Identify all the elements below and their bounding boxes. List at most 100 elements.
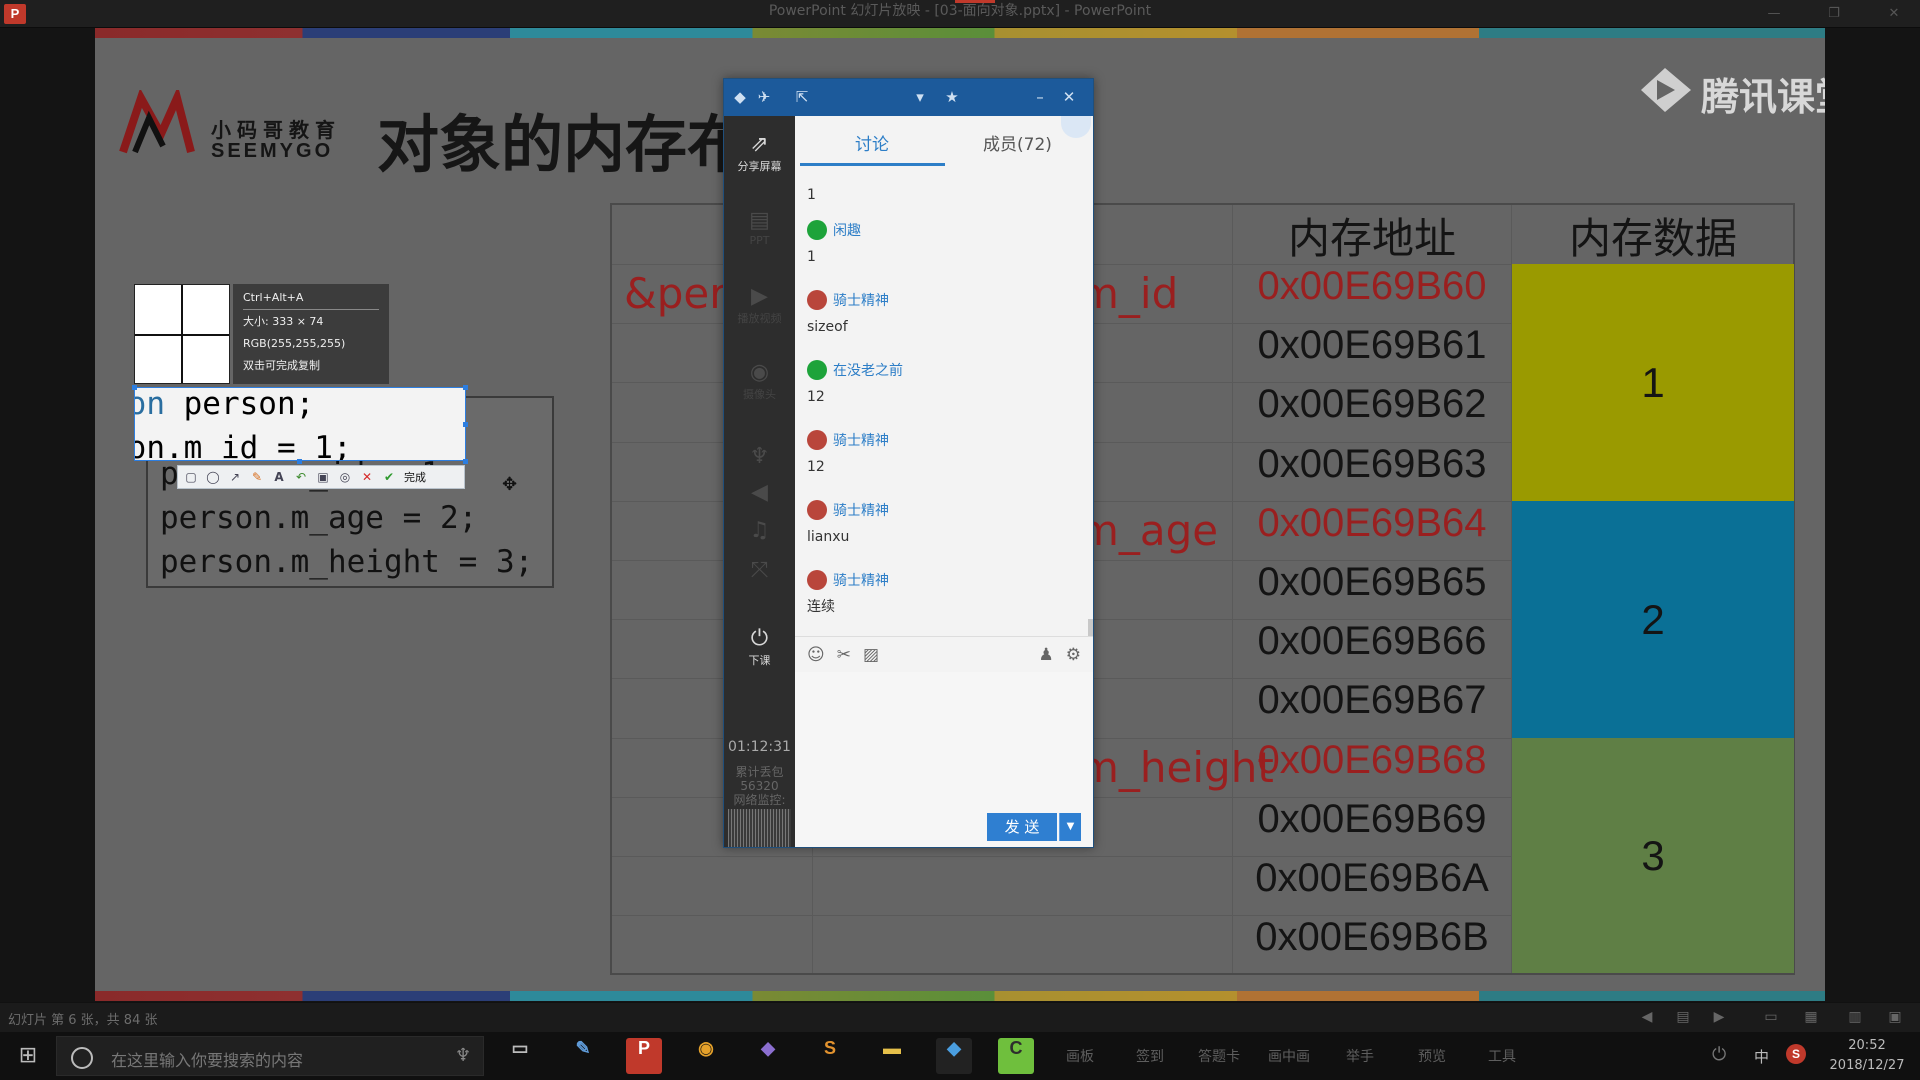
undo-icon[interactable]: ↶ — [292, 468, 310, 486]
list-item: 骑士精神 lianxu — [807, 498, 1077, 552]
image-icon[interactable]: ▨ — [863, 645, 879, 665]
selection-handle[interactable] — [132, 385, 137, 390]
minimize-button[interactable]: — — [1756, 2, 1792, 26]
raise-hand-button[interactable]: 举手 — [1346, 1046, 1374, 1066]
tab-members[interactable]: 成员(72) — [983, 130, 1052, 155]
memory-address: 0x00E69B62 — [1257, 382, 1487, 427]
reading-view-icon[interactable]: ▥ — [1844, 1008, 1866, 1026]
selection-handle[interactable] — [463, 459, 468, 464]
camtasia-icon[interactable]: C — [998, 1038, 1034, 1074]
done-button[interactable]: 完成 — [404, 469, 426, 485]
message-sender[interactable]: 闲趣 — [833, 220, 861, 240]
picture-in-picture-button[interactable]: 画中画 — [1268, 1046, 1310, 1066]
capture-selection[interactable]: Person person; person.m_id = 1; — [134, 387, 466, 461]
next-slide-icon[interactable]: ▶ — [1708, 1008, 1730, 1026]
ppt-button[interactable]: ▤ PPT — [724, 208, 795, 247]
preview-button[interactable]: 预览 — [1418, 1046, 1446, 1066]
chat-bubble-icon[interactable] — [1061, 116, 1091, 138]
slide-bottom-stripe — [95, 991, 1825, 1001]
pin-window-icon[interactable]: ★ — [940, 85, 964, 109]
rectangle-icon[interactable]: ▢ — [182, 468, 200, 486]
emoji-icon[interactable]: ☺ — [807, 645, 825, 665]
cancel-icon[interactable]: ✕ — [358, 468, 376, 486]
settings-gear-icon[interactable]: ⚙ — [1066, 645, 1081, 665]
tencent-classroom-taskbar-icon[interactable]: ◆ — [936, 1038, 972, 1074]
tab-discussion[interactable]: 讨论 — [855, 130, 889, 155]
previous-slide-icon[interactable]: ◀ — [1636, 1008, 1658, 1026]
whiteboard-button[interactable]: 画板 — [1066, 1046, 1094, 1066]
scissors-icon[interactable]: ✂ — [837, 645, 851, 665]
send-button[interactable]: 发 送 — [987, 813, 1057, 841]
slide-sorter-icon[interactable]: ▦ — [1800, 1008, 1822, 1026]
side-label: PPT — [749, 234, 770, 247]
close-button[interactable]: ✕ — [1876, 2, 1912, 26]
visual-studio-icon[interactable]: ◆ — [750, 1038, 786, 1074]
send-options-chevron-down-icon[interactable]: ▼ — [1059, 813, 1081, 841]
pin-icon[interactable]: ◎ — [336, 468, 354, 486]
powerpoint-taskbar-icon[interactable]: P — [626, 1038, 662, 1074]
brush-icon[interactable]: ✎ — [248, 468, 266, 486]
message-sender[interactable]: 在没老之前 — [833, 360, 903, 380]
message-text: 连续 — [807, 599, 835, 615]
fullscreen-button[interactable]: ⤧ — [724, 558, 795, 584]
window-titlebar: P PowerPoint 幻灯片放映 - [03-面向对象.pptx] - Po… — [0, 0, 1920, 28]
check-in-button[interactable]: 签到 — [1136, 1046, 1164, 1066]
message-sender[interactable]: 骑士精神 — [833, 430, 889, 450]
text-icon[interactable]: A — [270, 468, 288, 486]
sogou-ime-icon[interactable]: S — [1786, 1044, 1806, 1064]
sublime-text-icon[interactable]: S — [812, 1038, 848, 1074]
restore-button[interactable]: ❐ — [1816, 2, 1852, 26]
end-class-button[interactable]: ⏻ 下课 — [724, 626, 795, 668]
selection-handle[interactable] — [297, 459, 302, 464]
play-video-button[interactable]: ▶ 播放视频 — [724, 284, 795, 326]
ppt-icon: ▤ — [749, 208, 770, 233]
user-avatar-icon — [807, 500, 827, 520]
chat-minimize-icon[interactable]: – — [1028, 85, 1052, 109]
onenote-icon[interactable]: ✎ — [565, 1038, 601, 1074]
tools-button[interactable]: 工具 — [1488, 1046, 1516, 1066]
move-cursor-icon: ✥ — [502, 474, 518, 495]
microphone-icon[interactable]: ♆ — [455, 1045, 471, 1066]
share-screen-button[interactable]: ⇗ 分享屏幕 — [724, 132, 795, 174]
music-button[interactable]: ♫ — [724, 518, 795, 544]
task-view-icon[interactable]: ▭ — [502, 1038, 538, 1074]
stats-value: 56320 — [740, 779, 779, 793]
data-block: 3 — [1512, 738, 1794, 973]
selection-handle[interactable] — [463, 422, 468, 427]
dropdown-icon[interactable]: ▾ — [908, 85, 932, 109]
message-sender[interactable]: 骑士精神 — [833, 570, 889, 590]
camera-button[interactable]: ◉ 摄像头 — [724, 360, 795, 402]
search-placeholder: 在这里输入你要搜索的内容 — [111, 1051, 304, 1070]
list-item: 闲趣 1 — [807, 218, 1077, 272]
code-keyword: Person — [135, 387, 165, 422]
message-sender[interactable]: 骑士精神 — [833, 500, 889, 520]
capture-hint: 双击可完成复制 — [243, 359, 320, 372]
share-icon[interactable]: ⇱ — [790, 85, 814, 109]
speaker-button[interactable]: ◀ — [724, 480, 795, 506]
arrow-icon[interactable]: ↗ — [226, 468, 244, 486]
microphone-button[interactable]: ♆ — [724, 444, 795, 470]
done-icon[interactable]: ✔ — [380, 468, 398, 486]
logo-chinese-text: 小码哥教育 — [211, 118, 341, 142]
slide-menu-icon[interactable]: ▤ — [1672, 1008, 1694, 1026]
power-icon[interactable]: ⏻ — [1712, 1044, 1726, 1065]
ime-indicator[interactable]: 中 — [1754, 1046, 1769, 1067]
chat-close-icon[interactable]: ✕ — [1057, 85, 1081, 109]
ellipse-icon[interactable]: ◯ — [204, 468, 222, 486]
forward-icon[interactable]: ✈ — [752, 85, 776, 109]
capture-rgb: RGB(255,255,255) — [243, 337, 346, 350]
message-sender[interactable]: 骑士精神 — [833, 290, 889, 310]
code-line: person.m_height = 3; — [160, 540, 540, 584]
save-icon[interactable]: ▣ — [314, 468, 332, 486]
slideshow-icon[interactable]: ▣ — [1884, 1008, 1906, 1026]
file-explorer-icon[interactable]: ▬ — [874, 1038, 910, 1074]
taskbar-search[interactable]: 在这里输入你要搜索的内容 ♆ — [56, 1036, 484, 1076]
mute-member-icon[interactable]: ♟ — [1039, 645, 1054, 665]
normal-view-icon[interactable]: ▭ — [1760, 1008, 1782, 1026]
windows-start-icon[interactable]: ⊞ — [8, 1040, 48, 1072]
answer-card-button[interactable]: 答题卡 — [1198, 1046, 1240, 1066]
header-memory-data: 内存数据 — [1568, 214, 1737, 263]
chrome-icon[interactable]: ◉ — [688, 1038, 724, 1074]
selection-handle[interactable] — [463, 385, 468, 390]
system-clock[interactable]: 20:52 2018/12/27 — [1822, 1036, 1912, 1076]
